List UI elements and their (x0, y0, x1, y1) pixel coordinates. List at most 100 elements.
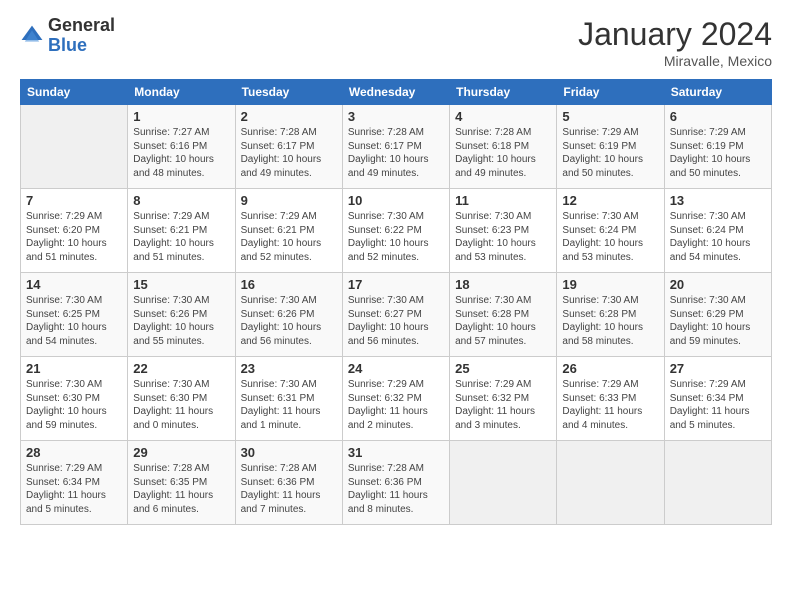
day-cell: 11 Sunrise: 7:30 AM Sunset: 6:23 PM Dayli… (450, 189, 557, 273)
day-info: Sunrise: 7:30 AM Sunset: 6:26 PM Dayligh… (241, 294, 337, 348)
day-info: Sunrise: 7:30 AM Sunset: 6:29 PM Dayligh… (670, 294, 766, 348)
day-number: 29 (133, 445, 229, 460)
week-row-4: 21 Sunrise: 7:30 AM Sunset: 6:30 PM Dayli… (21, 357, 772, 441)
day-number: 8 (133, 193, 229, 208)
day-number: 16 (241, 277, 337, 292)
day-cell: 17Sunrise: 7:30 AM Sunset: 6:27 PM Dayli… (342, 273, 449, 357)
day-cell: 21Sunrise: 7:30 AM Sunset: 6:30 PM Dayli… (21, 357, 128, 441)
week-row-1: 1 Sunrise: 7:27 AM Sunset: 6:16 PM Daylig… (21, 105, 772, 189)
logo-text: General Blue (48, 16, 115, 56)
header: General Blue January 2024 Miravalle, Mex… (20, 16, 772, 69)
col-thursday: Thursday (450, 80, 557, 105)
day-number: 21 (26, 361, 122, 376)
day-info: Sunrise: 7:28 AM Sunset: 6:18 PM Dayligh… (455, 126, 551, 180)
day-cell: 5 Sunrise: 7:29 AM Sunset: 6:19 PM Daylig… (557, 105, 664, 189)
day-info: Sunrise: 7:29 AM Sunset: 6:32 PM Dayligh… (455, 378, 551, 432)
col-tuesday: Tuesday (235, 80, 342, 105)
day-cell: 16 Sunrise: 7:30 AM Sunset: 6:26 PM Dayli… (235, 273, 342, 357)
day-cell: 7Sunrise: 7:29 AM Sunset: 6:20 PM Daylig… (21, 189, 128, 273)
day-number: 25 (455, 361, 551, 376)
header-row: Sunday Monday Tuesday Wednesday Thursday… (21, 80, 772, 105)
day-number: 13 (670, 193, 766, 208)
day-cell: 25 Sunrise: 7:29 AM Sunset: 6:32 PM Dayli… (450, 357, 557, 441)
day-number: 24 (348, 361, 444, 376)
day-info: Sunrise: 7:29 AM Sunset: 6:32 PM Dayligh… (348, 378, 444, 432)
day-cell: 12Sunrise: 7:30 AM Sunset: 6:24 PM Dayli… (557, 189, 664, 273)
calendar-page: General Blue January 2024 Miravalle, Mex… (0, 0, 792, 612)
day-cell: 20 Sunrise: 7:30 AM Sunset: 6:29 PM Dayli… (664, 273, 771, 357)
day-info: Sunrise: 7:30 AM Sunset: 6:26 PM Dayligh… (133, 294, 229, 348)
logo-general: General (48, 16, 115, 36)
day-number: 23 (241, 361, 337, 376)
day-info: Sunrise: 7:30 AM Sunset: 6:27 PM Dayligh… (348, 294, 444, 348)
col-monday: Monday (128, 80, 235, 105)
day-number: 14 (26, 277, 122, 292)
day-number: 27 (670, 361, 766, 376)
day-cell: 13 Sunrise: 7:30 AM Sunset: 6:24 PM Dayli… (664, 189, 771, 273)
title-block: January 2024 Miravalle, Mexico (578, 16, 772, 69)
day-info: Sunrise: 7:28 AM Sunset: 6:36 PM Dayligh… (348, 462, 444, 516)
logo: General Blue (20, 16, 115, 56)
day-cell: 1 Sunrise: 7:27 AM Sunset: 6:16 PM Daylig… (128, 105, 235, 189)
week-row-2: 7Sunrise: 7:29 AM Sunset: 6:20 PM Daylig… (21, 189, 772, 273)
day-number: 6 (670, 109, 766, 124)
day-cell (21, 105, 128, 189)
day-info: Sunrise: 7:30 AM Sunset: 6:28 PM Dayligh… (562, 294, 658, 348)
col-wednesday: Wednesday (342, 80, 449, 105)
main-title: January 2024 (578, 16, 772, 53)
day-cell: 2 Sunrise: 7:28 AM Sunset: 6:17 PM Daylig… (235, 105, 342, 189)
day-info: Sunrise: 7:30 AM Sunset: 6:31 PM Dayligh… (241, 378, 337, 432)
day-number: 4 (455, 109, 551, 124)
day-info: Sunrise: 7:30 AM Sunset: 6:24 PM Dayligh… (670, 210, 766, 264)
day-cell (557, 441, 664, 525)
day-info: Sunrise: 7:28 AM Sunset: 6:35 PM Dayligh… (133, 462, 229, 516)
day-cell: 9Sunrise: 7:29 AM Sunset: 6:21 PM Daylig… (235, 189, 342, 273)
day-cell: 24 Sunrise: 7:29 AM Sunset: 6:32 PM Dayli… (342, 357, 449, 441)
logo-icon (20, 24, 44, 48)
day-cell (450, 441, 557, 525)
day-info: Sunrise: 7:30 AM Sunset: 6:25 PM Dayligh… (26, 294, 122, 348)
day-number: 28 (26, 445, 122, 460)
col-friday: Friday (557, 80, 664, 105)
day-cell: 31Sunrise: 7:28 AM Sunset: 6:36 PM Dayli… (342, 441, 449, 525)
day-info: Sunrise: 7:29 AM Sunset: 6:33 PM Dayligh… (562, 378, 658, 432)
day-info: Sunrise: 7:28 AM Sunset: 6:17 PM Dayligh… (241, 126, 337, 180)
day-number: 30 (241, 445, 337, 460)
day-cell: 3 Sunrise: 7:28 AM Sunset: 6:17 PM Daylig… (342, 105, 449, 189)
day-number: 1 (133, 109, 229, 124)
day-number: 3 (348, 109, 444, 124)
day-cell: 27 Sunrise: 7:29 AM Sunset: 6:34 PM Dayli… (664, 357, 771, 441)
calendar-table: Sunday Monday Tuesday Wednesday Thursday… (20, 79, 772, 525)
day-info: Sunrise: 7:28 AM Sunset: 6:17 PM Dayligh… (348, 126, 444, 180)
day-info: Sunrise: 7:29 AM Sunset: 6:19 PM Dayligh… (670, 126, 766, 180)
day-info: Sunrise: 7:29 AM Sunset: 6:34 PM Dayligh… (670, 378, 766, 432)
day-info: Sunrise: 7:27 AM Sunset: 6:16 PM Dayligh… (133, 126, 229, 180)
day-number: 2 (241, 109, 337, 124)
day-cell: 4 Sunrise: 7:28 AM Sunset: 6:18 PM Daylig… (450, 105, 557, 189)
day-cell: 8Sunrise: 7:29 AM Sunset: 6:21 PM Daylig… (128, 189, 235, 273)
day-info: Sunrise: 7:29 AM Sunset: 6:20 PM Dayligh… (26, 210, 122, 264)
day-cell (664, 441, 771, 525)
day-cell: 23 Sunrise: 7:30 AM Sunset: 6:31 PM Dayli… (235, 357, 342, 441)
day-info: Sunrise: 7:30 AM Sunset: 6:30 PM Dayligh… (133, 378, 229, 432)
day-cell: 15Sunrise: 7:30 AM Sunset: 6:26 PM Dayli… (128, 273, 235, 357)
day-number: 19 (562, 277, 658, 292)
day-info: Sunrise: 7:29 AM Sunset: 6:19 PM Dayligh… (562, 126, 658, 180)
subtitle: Miravalle, Mexico (578, 53, 772, 69)
day-cell: 10Sunrise: 7:30 AM Sunset: 6:22 PM Dayli… (342, 189, 449, 273)
week-row-5: 28Sunrise: 7:29 AM Sunset: 6:34 PM Dayli… (21, 441, 772, 525)
day-number: 11 (455, 193, 551, 208)
day-info: Sunrise: 7:30 AM Sunset: 6:28 PM Dayligh… (455, 294, 551, 348)
day-number: 26 (562, 361, 658, 376)
day-info: Sunrise: 7:30 AM Sunset: 6:22 PM Dayligh… (348, 210, 444, 264)
day-info: Sunrise: 7:30 AM Sunset: 6:23 PM Dayligh… (455, 210, 551, 264)
day-info: Sunrise: 7:28 AM Sunset: 6:36 PM Dayligh… (241, 462, 337, 516)
day-number: 22 (133, 361, 229, 376)
logo-blue: Blue (48, 36, 115, 56)
day-info: Sunrise: 7:30 AM Sunset: 6:24 PM Dayligh… (562, 210, 658, 264)
day-cell: 22 Sunrise: 7:30 AM Sunset: 6:30 PM Dayli… (128, 357, 235, 441)
day-cell: 26 Sunrise: 7:29 AM Sunset: 6:33 PM Dayli… (557, 357, 664, 441)
day-info: Sunrise: 7:29 AM Sunset: 6:21 PM Dayligh… (241, 210, 337, 264)
day-number: 20 (670, 277, 766, 292)
day-number: 5 (562, 109, 658, 124)
